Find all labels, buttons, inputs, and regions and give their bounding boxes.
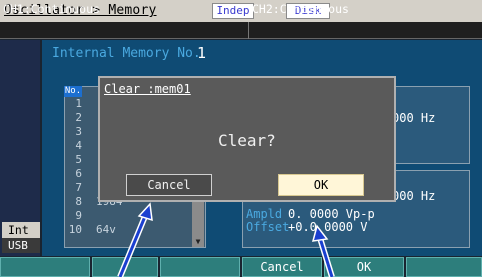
dialog-message: Clear?: [218, 131, 276, 150]
channel-status-bar: [0, 22, 482, 39]
softkey-2[interactable]: [92, 257, 158, 277]
dialog-cancel-button[interactable]: Cancel: [126, 174, 212, 196]
ch2-status: CH2:Continuous: [252, 2, 349, 16]
list-header-no: No.: [64, 86, 82, 97]
list-row-number[interactable]: 1: [66, 97, 82, 111]
softkey-1[interactable]: [0, 257, 90, 277]
internal-memory-number: 1: [197, 44, 207, 62]
internal-memory-label: Internal Memory No.: [52, 46, 201, 61]
list-row-number[interactable]: 8: [66, 195, 82, 209]
amplitude-value: 0. 0000 Vp-p: [288, 207, 375, 221]
list-row-number[interactable]: 3: [66, 125, 82, 139]
list-row-number[interactable]: 6: [66, 167, 82, 181]
list-row-number[interactable]: 5: [66, 153, 82, 167]
amplitude-label: Ampld: [246, 207, 283, 221]
list-row-number[interactable]: 10: [66, 223, 82, 237]
ch1-status: CH1:Continuous: [3, 2, 100, 16]
list-row-number[interactable]: 7: [66, 181, 82, 195]
softkey-3[interactable]: [160, 257, 240, 277]
int-selector[interactable]: Int: [2, 222, 40, 238]
list-row-number[interactable]: 9: [66, 209, 82, 223]
scroll-down-icon[interactable]: ▼: [192, 236, 204, 247]
dialog-ok-button[interactable]: OK: [278, 174, 364, 196]
list-row-number[interactable]: 4: [66, 139, 82, 153]
ch2-frequency: 000 Hz: [392, 189, 436, 203]
ch1-frequency: 000 Hz: [392, 111, 436, 125]
softkey-ok[interactable]: OK: [324, 257, 404, 277]
offset-label: Offset: [246, 220, 290, 234]
list-row-number[interactable]: 2: [66, 111, 82, 125]
channel-divider: [248, 22, 249, 39]
indep-button[interactable]: Indep: [212, 3, 254, 19]
offset-value: +0.0 0000 V: [288, 220, 368, 234]
list-row-name[interactable]: 64v: [96, 223, 186, 237]
softkey-cancel[interactable]: Cancel: [242, 257, 322, 277]
dialog-title: Clear :mem01: [104, 82, 191, 96]
usb-selector[interactable]: USB: [2, 238, 40, 253]
softkey-6[interactable]: [406, 257, 482, 277]
